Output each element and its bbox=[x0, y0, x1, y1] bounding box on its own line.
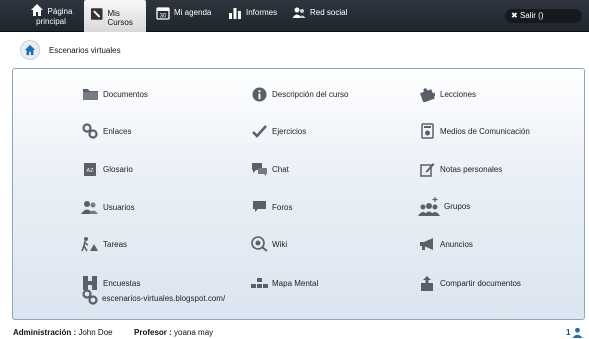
nav-my-courses[interactable]: Mis Cursos bbox=[84, 0, 146, 32]
tool-label: Enlaces bbox=[103, 126, 132, 136]
tool-glossary[interactable]: AZ Glosario bbox=[81, 160, 133, 178]
tool-links[interactable]: Enlaces bbox=[81, 122, 131, 140]
tool-label: Wiki bbox=[272, 239, 288, 249]
teacher-name[interactable]: yoana may bbox=[174, 328, 213, 337]
tool-lessons[interactable]: Lecciones bbox=[418, 85, 476, 103]
media-icon bbox=[418, 122, 436, 140]
forum-icon bbox=[250, 198, 268, 216]
tool-label: Foros bbox=[272, 202, 293, 212]
tool-label: Lecciones bbox=[440, 89, 477, 99]
tool-forums[interactable]: Foros bbox=[250, 198, 292, 216]
svg-text:30: 30 bbox=[160, 14, 167, 20]
tool-label: Compartir documentos bbox=[440, 278, 521, 288]
link-icon bbox=[82, 289, 98, 307]
home-icon bbox=[24, 44, 36, 56]
tool-users[interactable]: Usuarios bbox=[81, 198, 135, 216]
admin-label: Administración : bbox=[13, 328, 77, 337]
tool-tasks[interactable]: Tareas bbox=[81, 235, 127, 253]
mindmap-icon bbox=[250, 274, 268, 292]
nav-home-label: Página bbox=[47, 6, 73, 16]
users-icon bbox=[81, 198, 99, 216]
glossary-icon: AZ bbox=[81, 160, 99, 178]
chat-icon bbox=[250, 160, 268, 178]
tool-label: Anuncios bbox=[440, 239, 473, 249]
notes-icon bbox=[418, 160, 436, 178]
tool-label: Descripción del curso bbox=[272, 89, 349, 99]
course-book-icon bbox=[90, 8, 103, 20]
tool-share-documents[interactable]: Compartir documentos bbox=[418, 274, 521, 292]
tool-course-description[interactable]: Descripción del curso bbox=[250, 85, 348, 103]
footer: Administración : John Doe Profesor : yoa… bbox=[13, 328, 213, 337]
home-icon bbox=[30, 4, 43, 16]
tool-groups[interactable]: Grupos bbox=[418, 194, 470, 218]
user-icon bbox=[572, 327, 583, 338]
tool-label: Documentos bbox=[103, 89, 148, 99]
nav-home-label-2: principal bbox=[36, 17, 66, 26]
online-users-count: 1 bbox=[566, 328, 571, 337]
tool-label: Medios de Comunicación bbox=[440, 126, 530, 136]
nav-social-label: Red social bbox=[310, 8, 348, 17]
tool-label: Tareas bbox=[103, 239, 128, 249]
tool-label: Usuarios bbox=[103, 202, 135, 212]
tasks-icon bbox=[81, 235, 99, 253]
bar-chart-icon bbox=[229, 8, 241, 19]
groups-icon bbox=[418, 195, 440, 217]
social-users-icon bbox=[292, 7, 306, 18]
admin-name[interactable]: John Doe bbox=[78, 328, 112, 337]
breadcrumb: Escenarios virtuales bbox=[20, 40, 121, 60]
tool-wiki[interactable]: Wiki bbox=[250, 235, 287, 253]
tool-label: Encuestas bbox=[103, 278, 141, 288]
wiki-icon bbox=[250, 235, 268, 253]
teacher-label: Profesor : bbox=[134, 328, 172, 337]
breadcrumb-home-button[interactable] bbox=[20, 40, 40, 60]
puzzle-icon bbox=[418, 85, 436, 103]
megaphone-icon bbox=[418, 235, 436, 253]
tool-documents[interactable]: Documentos bbox=[81, 85, 148, 103]
nav-reports[interactable]: Informes bbox=[228, 0, 286, 32]
breadcrumb-course-link[interactable]: Escenarios virtuales bbox=[49, 46, 121, 55]
nav-agenda[interactable]: 30 Mi agenda bbox=[156, 0, 222, 32]
tool-label: Glosario bbox=[103, 164, 133, 174]
nav-home[interactable]: Página principal bbox=[22, 0, 80, 32]
share-icon bbox=[418, 274, 436, 292]
nav-my-courses-label: Mis Cursos bbox=[107, 9, 133, 27]
close-icon: ✖ bbox=[511, 11, 518, 20]
tool-label: Ejercicios bbox=[272, 126, 307, 136]
top-navigation-bar: Página principal Mis Cursos 30 Mi agenda… bbox=[0, 0, 589, 32]
link-icon bbox=[81, 122, 99, 140]
online-users-indicator[interactable]: 1 bbox=[566, 327, 583, 338]
logout-label: Salir () bbox=[519, 11, 544, 20]
tool-announcements[interactable]: Anuncios bbox=[418, 235, 473, 253]
info-icon bbox=[250, 85, 268, 103]
tool-exercises[interactable]: Ejercicios bbox=[250, 122, 306, 140]
svg-text:AZ: AZ bbox=[86, 168, 94, 174]
nav-agenda-label: Mi agenda bbox=[174, 8, 212, 17]
external-blog-label: escenarios-virtuales.blogspot.com/ bbox=[102, 293, 226, 303]
tool-media[interactable]: Medios de Comunicación bbox=[418, 122, 530, 140]
nav-social-network[interactable]: Red social bbox=[292, 0, 362, 32]
checkmark-icon bbox=[250, 122, 268, 140]
logout-button[interactable]: ✖ Salir () bbox=[505, 9, 582, 23]
tool-label: Mapa Mental bbox=[272, 278, 319, 288]
folder-icon bbox=[81, 85, 99, 103]
tool-chat[interactable]: Chat bbox=[250, 160, 289, 178]
external-blog-link[interactable]: escenarios-virtuales.blogspot.com/ bbox=[82, 289, 225, 307]
nav-reports-label: Informes bbox=[246, 8, 278, 17]
tool-label: Chat bbox=[272, 164, 289, 174]
tool-personal-notes[interactable]: Notas personales bbox=[418, 160, 502, 178]
calendar-icon: 30 bbox=[156, 7, 170, 20]
tool-mind-map[interactable]: Mapa Mental bbox=[250, 274, 318, 292]
tool-label: Notas personales bbox=[440, 164, 503, 174]
tool-label: Grupos bbox=[444, 201, 471, 211]
